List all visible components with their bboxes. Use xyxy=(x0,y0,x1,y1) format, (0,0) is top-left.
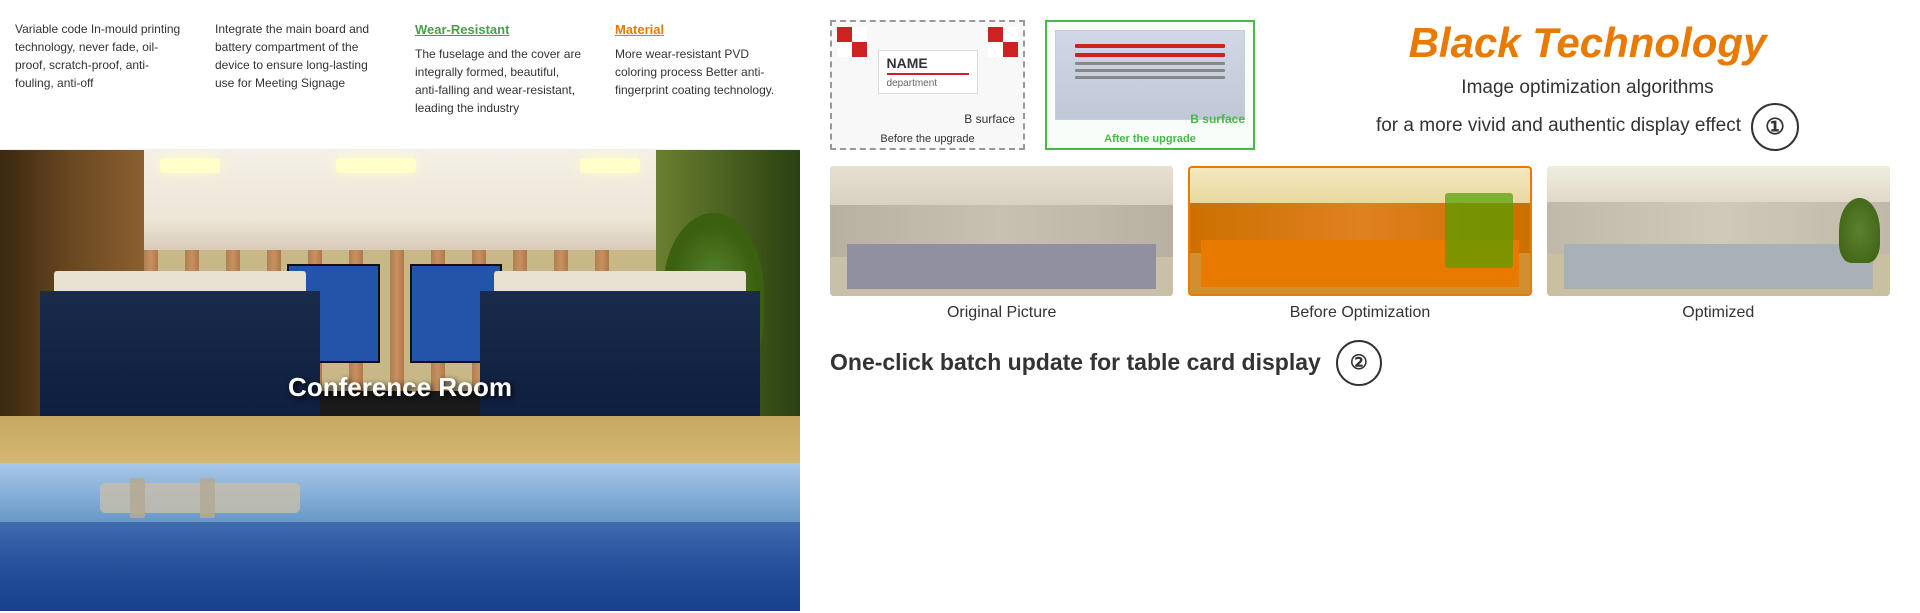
optimized-label: Optimized xyxy=(1547,304,1890,322)
chairs-back-left xyxy=(54,271,306,291)
screen-content xyxy=(1075,44,1225,79)
feature-variable-code-text: Variable code In-mould printing technolo… xyxy=(15,20,185,92)
after-screen xyxy=(1055,30,1245,120)
before-upgrade-label: Before the upgrade xyxy=(880,133,974,145)
black-tech-subtitle-1: Image optimization algorithms xyxy=(1285,74,1890,103)
floor xyxy=(0,416,800,463)
screen-line-5 xyxy=(1075,76,1225,79)
name-badge: NAME department xyxy=(878,50,978,94)
bottom-scene-image xyxy=(0,463,800,611)
before-image xyxy=(1188,166,1531,296)
name-badge-name: NAME xyxy=(887,55,969,75)
original-label: Original Picture xyxy=(830,304,1173,322)
b-surface-after-label: B surface xyxy=(1190,112,1245,126)
conference-room-label: Conference Room xyxy=(288,372,512,403)
feature-battery: Integrate the main board and battery com… xyxy=(200,10,400,139)
red-corner-tr xyxy=(988,27,1018,57)
feature-material-text: More wear-resistant PVD coloring process… xyxy=(615,45,785,99)
optimized-image xyxy=(1547,166,1890,296)
opt-plant xyxy=(1839,198,1880,263)
opt-table xyxy=(1564,244,1873,290)
feature-battery-text: Integrate the main board and battery com… xyxy=(215,20,385,92)
b-surface-before-label: B surface xyxy=(964,112,1015,126)
red-corner-tl xyxy=(837,27,867,57)
left-panel: Variable code In-mould printing technolo… xyxy=(0,0,800,613)
opt-ceiling xyxy=(1547,166,1890,202)
wear-resistant-title: Wear-Resistant xyxy=(415,20,585,40)
comparison-optimized: Optimized xyxy=(1547,166,1890,322)
material-title: Material xyxy=(615,20,785,40)
after-screen-bg xyxy=(1056,31,1244,119)
before-label: Before Optimization xyxy=(1188,304,1531,322)
black-tech-content: Black Technology Image optimization algo… xyxy=(1275,20,1890,151)
feature-material: Material More wear-resistant PVD colorin… xyxy=(600,10,800,139)
chairs-back-right xyxy=(494,271,746,291)
feature-wear-resistant-text: The fuselage and the cover are integrall… xyxy=(415,45,585,117)
name-badge-dept: department xyxy=(887,78,969,89)
black-tech-title: Black Technology xyxy=(1285,20,1890,66)
conference-room-image: Conference Room xyxy=(0,150,800,463)
orig-table xyxy=(847,244,1156,290)
comparison-original: Original Picture xyxy=(830,166,1173,322)
badge-2: ② xyxy=(1336,340,1382,386)
feature-wear-resistant: Wear-Resistant The fuselage and the cove… xyxy=(400,10,600,139)
badge-1: ① xyxy=(1751,103,1799,151)
screen-line-2 xyxy=(1075,53,1225,57)
black-tech-subtitle-2-row: for a more vivid and authentic display e… xyxy=(1285,103,1890,151)
ceiling-light-2 xyxy=(336,158,416,173)
before-upgrade-box: NAME department B surface Before the upg… xyxy=(830,20,1025,150)
before-green xyxy=(1445,193,1513,269)
one-click-section: One-click batch update for table card di… xyxy=(830,340,1890,386)
original-image xyxy=(830,166,1173,296)
feature-variable-code: Variable code In-mould printing technolo… xyxy=(0,10,200,139)
black-tech-subtitle-2: for a more vivid and authentic display e… xyxy=(1376,112,1741,141)
bottle-2 xyxy=(200,478,215,518)
after-upgrade-box: B surface After the upgrade xyxy=(1045,20,1255,150)
ceiling-light-1 xyxy=(160,158,220,173)
water-overlay xyxy=(0,522,800,611)
orig-ceiling xyxy=(830,166,1173,205)
comparison-before: Before Optimization xyxy=(1188,166,1531,322)
features-row: Variable code In-mould printing technolo… xyxy=(0,0,800,150)
right-panel: NAME department B surface Before the upg… xyxy=(800,0,1920,613)
slat-7 xyxy=(390,250,404,391)
image-comparison-row: Original Picture Before Optimization xyxy=(830,166,1890,322)
screen-line-1 xyxy=(1075,44,1225,48)
after-upgrade-label: After the upgrade xyxy=(1104,133,1196,145)
upgrade-comparison: NAME department B surface Before the upg… xyxy=(830,20,1890,151)
screen-line-4 xyxy=(1075,69,1225,72)
bottle-1 xyxy=(130,478,145,518)
screen-line-3 xyxy=(1075,62,1225,65)
one-click-text: One-click batch update for table card di… xyxy=(830,349,1321,376)
ceiling-light-3 xyxy=(580,158,640,173)
